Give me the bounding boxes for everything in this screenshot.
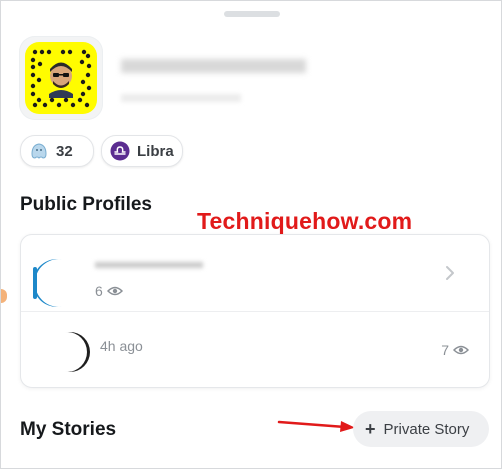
friendship-count-chip[interactable]: 32 — [20, 135, 94, 167]
private-story-button[interactable]: + Private Story — [353, 411, 489, 447]
profile-title-redacted — [95, 260, 205, 272]
view-count-value: 7 — [441, 342, 449, 358]
chevron-right-icon[interactable] — [445, 265, 455, 286]
my-stories-heading: My Stories — [20, 419, 117, 440]
zodiac-label: Libra — [137, 142, 174, 160]
libra-icon — [110, 141, 130, 161]
snapcode-dots-icon — [30, 49, 92, 108]
username-redacted — [119, 89, 259, 107]
view-count-value: 6 — [95, 283, 103, 299]
story-thumbnail[interactable] — [47, 332, 87, 372]
edge-decoration — [1, 289, 7, 303]
friendship-count-value: 32 — [56, 142, 73, 160]
zodiac-chip[interactable]: Libra — [101, 135, 183, 167]
snapcode-pattern — [25, 42, 97, 114]
private-story-label: Private Story — [383, 420, 470, 438]
view-count: 7 — [441, 342, 469, 358]
friendship-ghost-icon — [29, 141, 49, 161]
snapcode[interactable] — [19, 36, 103, 120]
view-count: 6 — [95, 283, 123, 299]
sheet-grab-handle[interactable] — [224, 11, 280, 17]
display-name-redacted — [119, 51, 319, 79]
public-profiles-heading: Public Profiles — [20, 194, 152, 215]
eye-icon — [106, 285, 123, 297]
public-profiles-card: 6 4h ago 7 — [20, 234, 490, 388]
eye-icon — [453, 344, 469, 356]
watermark-text: Techniquehow.com — [197, 208, 413, 234]
list-item[interactable]: 4h ago 7 — [21, 312, 489, 388]
profile-sheet: 32 Libra Public Profiles Techniquehow.co… — [0, 0, 502, 469]
story-timestamp: 4h ago — [100, 338, 143, 354]
list-item[interactable]: 6 — [21, 235, 489, 311]
plus-icon: + — [365, 418, 376, 439]
annotation-arrow-icon — [277, 419, 357, 438]
story-thumbnail[interactable] — [33, 259, 83, 307]
